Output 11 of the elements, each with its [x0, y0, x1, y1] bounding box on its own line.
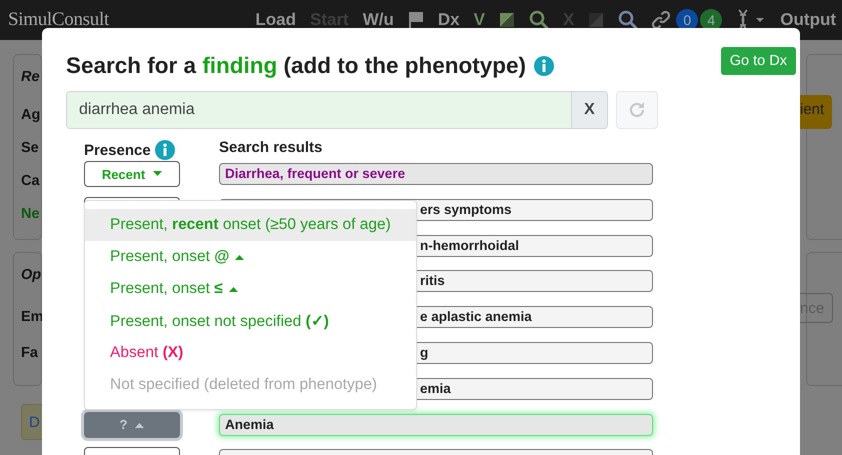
- panel-label: Em: [21, 309, 41, 327]
- panel-label: Fa: [21, 345, 39, 363]
- results-header: Search results: [219, 139, 324, 158]
- presence-header: Presence: [84, 142, 151, 158]
- dialog-title: Search for a finding (add to the phenotype): [66, 53, 526, 79]
- panel-label: Op: [21, 267, 41, 285]
- panel-label: Se: [21, 140, 40, 158]
- panel-label: Ca: [21, 173, 41, 192]
- panel-label: Ag: [21, 107, 41, 126]
- panel-label: Re: [21, 69, 41, 87]
- panel-label: Ne: [21, 206, 41, 224]
